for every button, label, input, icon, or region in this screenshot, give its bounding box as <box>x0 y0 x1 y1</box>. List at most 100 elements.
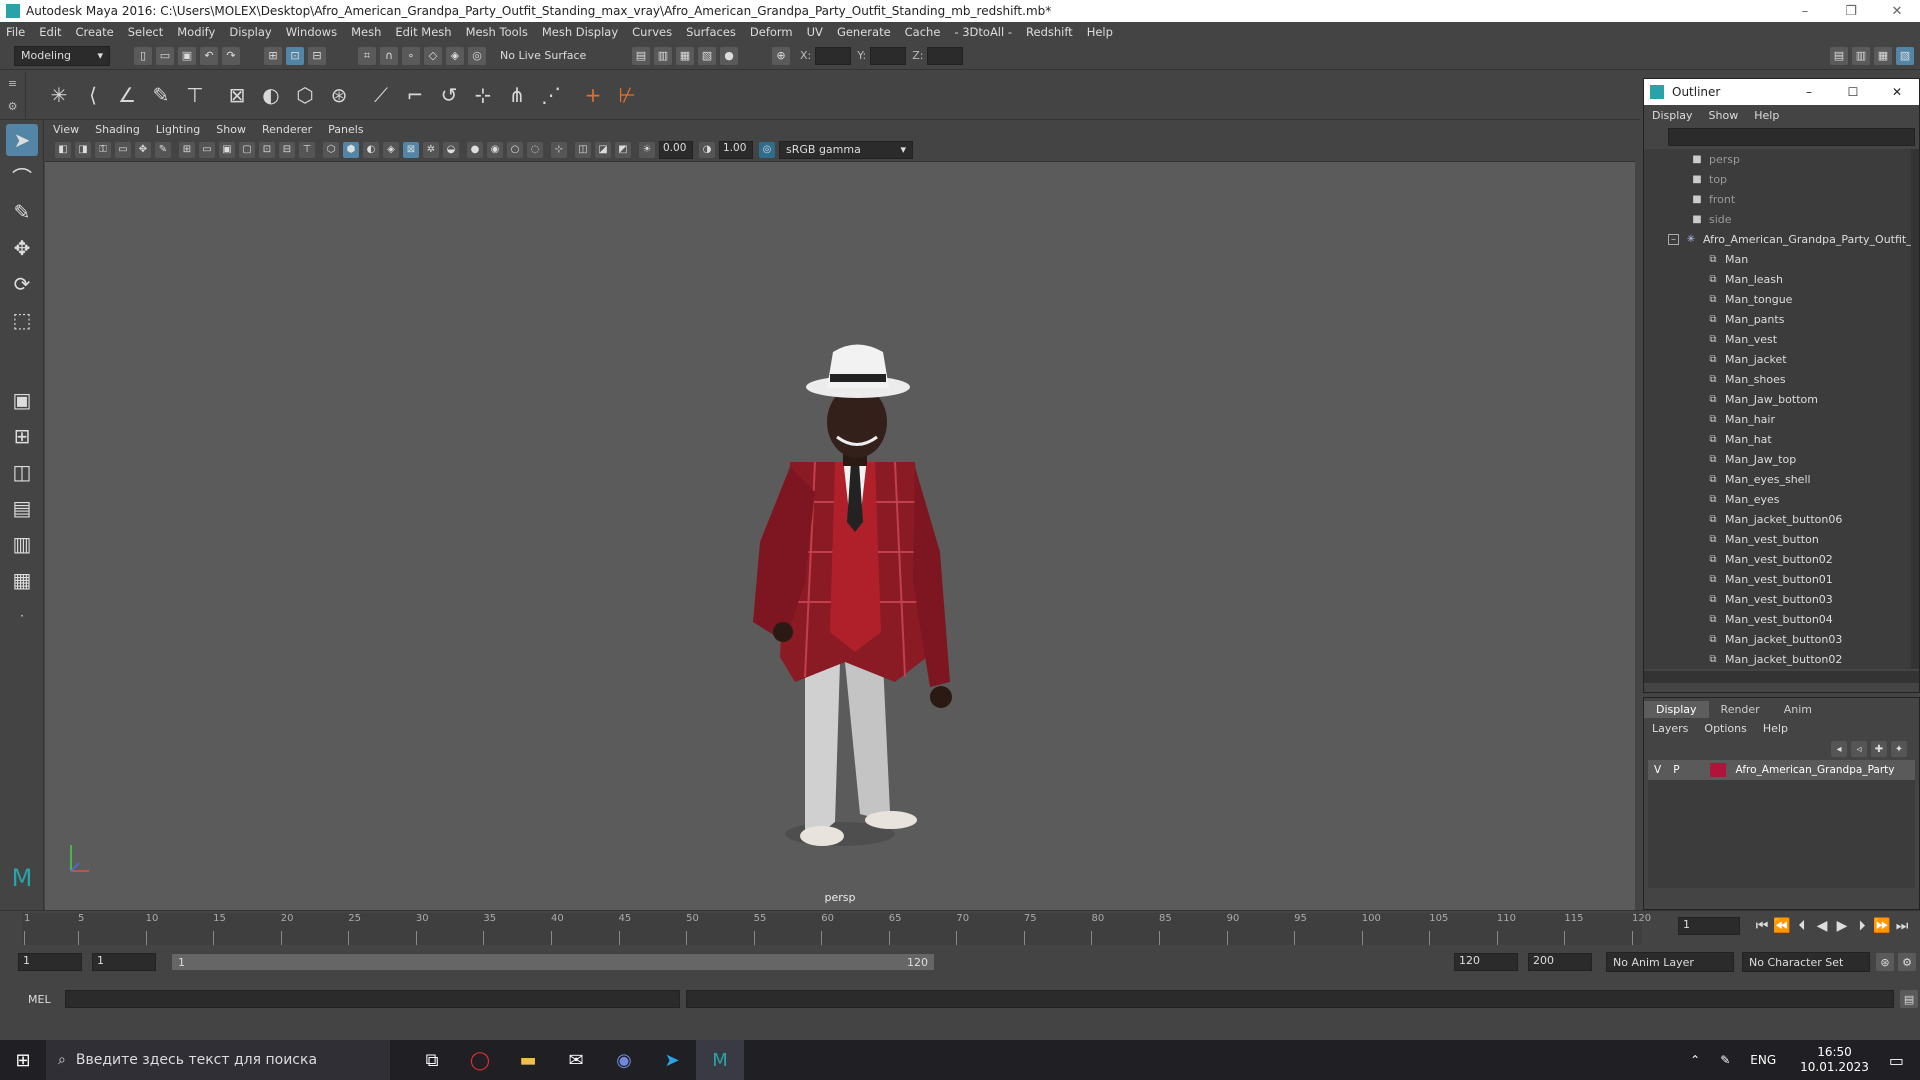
animation-start-field[interactable]: 1 <box>18 953 82 971</box>
auto-key-icon[interactable]: ⊛ <box>1876 953 1894 971</box>
depth-of-field-icon[interactable]: ◌ <box>527 141 543 158</box>
joint-tool-icon[interactable]: + <box>578 80 608 110</box>
outliner-item-child[interactable]: ⧉ Man_Jaw_bottom <box>1644 389 1919 409</box>
tab-display[interactable]: Display <box>1644 701 1709 718</box>
viewport-menu-lighting[interactable]: Lighting <box>156 123 200 136</box>
play-forwards-icon[interactable]: ▶ <box>1832 918 1852 934</box>
minimize-button[interactable]: – <box>1782 4 1828 19</box>
language-indicator[interactable]: ENG <box>1750 1053 1776 1067</box>
insert-knot-icon[interactable]: ⊹ <box>468 80 498 110</box>
outliner-menu-show[interactable]: Show <box>1709 109 1739 122</box>
x-field[interactable] <box>815 46 852 65</box>
ik-handle-icon[interactable]: ⊬ <box>612 80 642 110</box>
mel-label[interactable]: MEL <box>28 993 51 1006</box>
outliner-item-child[interactable]: ⧉ Man_shoes <box>1644 369 1919 389</box>
redo-icon[interactable]: ↷ <box>222 46 240 65</box>
camera-attributes-icon[interactable]: ◧ <box>55 141 71 158</box>
outliner-item-child[interactable]: ⧉ Man_vest_button04 <box>1644 609 1919 629</box>
outliner-item-child[interactable]: ⧉ Man_Jaw_top <box>1644 449 1919 469</box>
clock[interactable]: 16:50 10.01.2023 <box>1800 1045 1869 1075</box>
render-frame-icon[interactable]: ▤ <box>632 46 650 65</box>
pen-icon[interactable]: ✎ <box>1720 1053 1730 1067</box>
loft-icon[interactable]: ◐ <box>256 80 286 110</box>
outliner-close-button[interactable]: ✕ <box>1875 85 1919 99</box>
new-layer-icon[interactable]: ✚ <box>1871 741 1887 757</box>
exposure-icon[interactable]: ☀ <box>639 141 655 158</box>
textured-icon[interactable]: ⊠ <box>403 141 419 158</box>
menu-uv[interactable]: UV <box>807 25 823 39</box>
outliner-item-child[interactable]: ⧉ Man_hat <box>1644 429 1919 449</box>
outliner-item-child[interactable]: ⧉ Man_jacket_button02 <box>1644 649 1919 669</box>
playback-start-field[interactable]: 1 <box>92 953 156 971</box>
select-object-icon[interactable]: ⊡ <box>286 46 304 65</box>
step-back-key-icon[interactable]: ⏪ <box>1772 918 1792 934</box>
menu-cache[interactable]: Cache <box>905 25 941 39</box>
menu-mesh-tools[interactable]: Mesh Tools <box>466 25 528 39</box>
multisample-aa-icon[interactable]: ○ <box>507 141 523 158</box>
channel-box-toggle-icon[interactable]: ▦ <box>1874 46 1892 65</box>
close-button[interactable]: ✕ <box>1874 4 1920 19</box>
tab-anim[interactable]: Anim <box>1772 701 1824 718</box>
time-slider[interactable]: 1 5 10 15 20 25 30 35 40 45 50 55 60 65 70 75 80 85 90 95 10… <box>0 910 1920 946</box>
outliner-item-child[interactable]: ⧉ Man_vest <box>1644 329 1919 349</box>
camera-bookmark-icon[interactable]: ◨ <box>75 141 91 158</box>
side-by-side-layout-icon[interactable]: ◫ <box>6 456 38 488</box>
outliner-item-child[interactable]: ⧉ Man_tongue <box>1644 289 1919 309</box>
xray-joints-icon[interactable]: ◪ <box>595 141 611 158</box>
snap-live-icon[interactable]: ◎ <box>468 46 486 65</box>
scale-tool-icon[interactable]: ⬚ <box>6 304 38 336</box>
planar-icon[interactable]: ⬡ <box>290 80 320 110</box>
outliner-maximize-button[interactable]: ☐ <box>1831 85 1875 99</box>
layer-menu-help[interactable]: Help <box>1763 722 1788 735</box>
four-pane-layout-icon[interactable]: ⊞ <box>6 420 38 452</box>
tab-render[interactable]: Render <box>1709 701 1772 718</box>
hypershade-layout-icon[interactable]: ▦ <box>6 564 38 596</box>
y-field[interactable] <box>870 46 907 65</box>
gamma-field[interactable]: 1.00 <box>719 140 753 159</box>
new-scene-icon[interactable]: ▯ <box>134 46 152 65</box>
undo-icon[interactable]: ↶ <box>200 46 218 65</box>
layout-toggle-icon[interactable]: ▧ <box>1896 46 1914 65</box>
step-forward-key-icon[interactable]: ⏩ <box>1872 918 1892 934</box>
outliner-item-child[interactable]: ⧉ Man_vest_button01 <box>1644 569 1919 589</box>
maya-taskbar-icon[interactable]: M <box>696 1040 744 1080</box>
viewport-menu-panels[interactable]: Panels <box>328 123 363 136</box>
time-ruler[interactable]: 1 5 10 15 20 25 30 35 40 45 50 55 60 65 70 75 80 85 90 95 10… <box>22 913 1651 945</box>
taskbar-search[interactable]: ⌕ Введите здесь текст для поиска <box>46 1040 390 1080</box>
script-editor-icon[interactable]: ▤ <box>1900 990 1918 1008</box>
go-to-end-icon[interactable]: ⏭ <box>1892 918 1912 934</box>
go-to-start-icon[interactable]: ⏮ <box>1752 918 1772 934</box>
current-frame-field[interactable]: 1 <box>1678 917 1740 935</box>
wireframe-on-shaded-icon[interactable]: ◈ <box>383 141 399 158</box>
new-layer-selected-icon[interactable]: ✦ <box>1891 741 1907 757</box>
mode-dropdown[interactable]: Modeling ▾ <box>14 45 110 66</box>
live-surface-field[interactable]: No Live Surface <box>494 45 594 66</box>
snap-point-icon[interactable]: ∘ <box>402 46 420 65</box>
default-material-icon[interactable]: ◐ <box>363 141 379 158</box>
opera-icon[interactable]: ◯ <box>456 1040 504 1080</box>
snap-surface-icon[interactable]: ◈ <box>446 46 464 65</box>
attach-curves-icon[interactable]: ⊠ <box>222 80 252 110</box>
outliner-layout-icon[interactable]: ▤ <box>6 492 38 524</box>
xray-active-icon[interactable]: ◩ <box>615 141 631 158</box>
menu-3dtoall[interactable]: - 3DtoAll - <box>954 25 1012 39</box>
menu-generate[interactable]: Generate <box>837 25 891 39</box>
notifications-icon[interactable]: ▭ <box>1889 1051 1904 1070</box>
telegram-icon[interactable]: ➤ <box>648 1040 696 1080</box>
rotate-tool-icon[interactable]: ⟳ <box>6 268 38 300</box>
paint-select-icon[interactable]: ✎ <box>6 196 38 228</box>
grease-pencil-icon[interactable]: ✎ <box>155 141 171 158</box>
menu-help[interactable]: Help <box>1087 25 1113 39</box>
select-hierarchy-icon[interactable]: ⊞ <box>264 46 282 65</box>
two-d-pan-icon[interactable]: ✥ <box>135 141 151 158</box>
outliner-item-child[interactable]: ⧉ Man_eyes_shell <box>1644 469 1919 489</box>
character-set-dropdown[interactable]: No Character Set <box>1742 952 1870 972</box>
use-all-lights-icon[interactable]: ✲ <box>423 141 439 158</box>
menu-edit-mesh[interactable]: Edit Mesh <box>395 25 451 39</box>
color-space-dropdown[interactable]: sRGB gamma ▾ <box>779 140 913 159</box>
menu-select[interactable]: Select <box>128 25 163 39</box>
command-input[interactable] <box>64 990 681 1008</box>
gamma-icon[interactable]: ◑ <box>699 141 715 158</box>
snap-curve-icon[interactable]: ∩ <box>380 46 398 65</box>
single-pane-layout-icon[interactable]: ▣ <box>6 384 38 416</box>
